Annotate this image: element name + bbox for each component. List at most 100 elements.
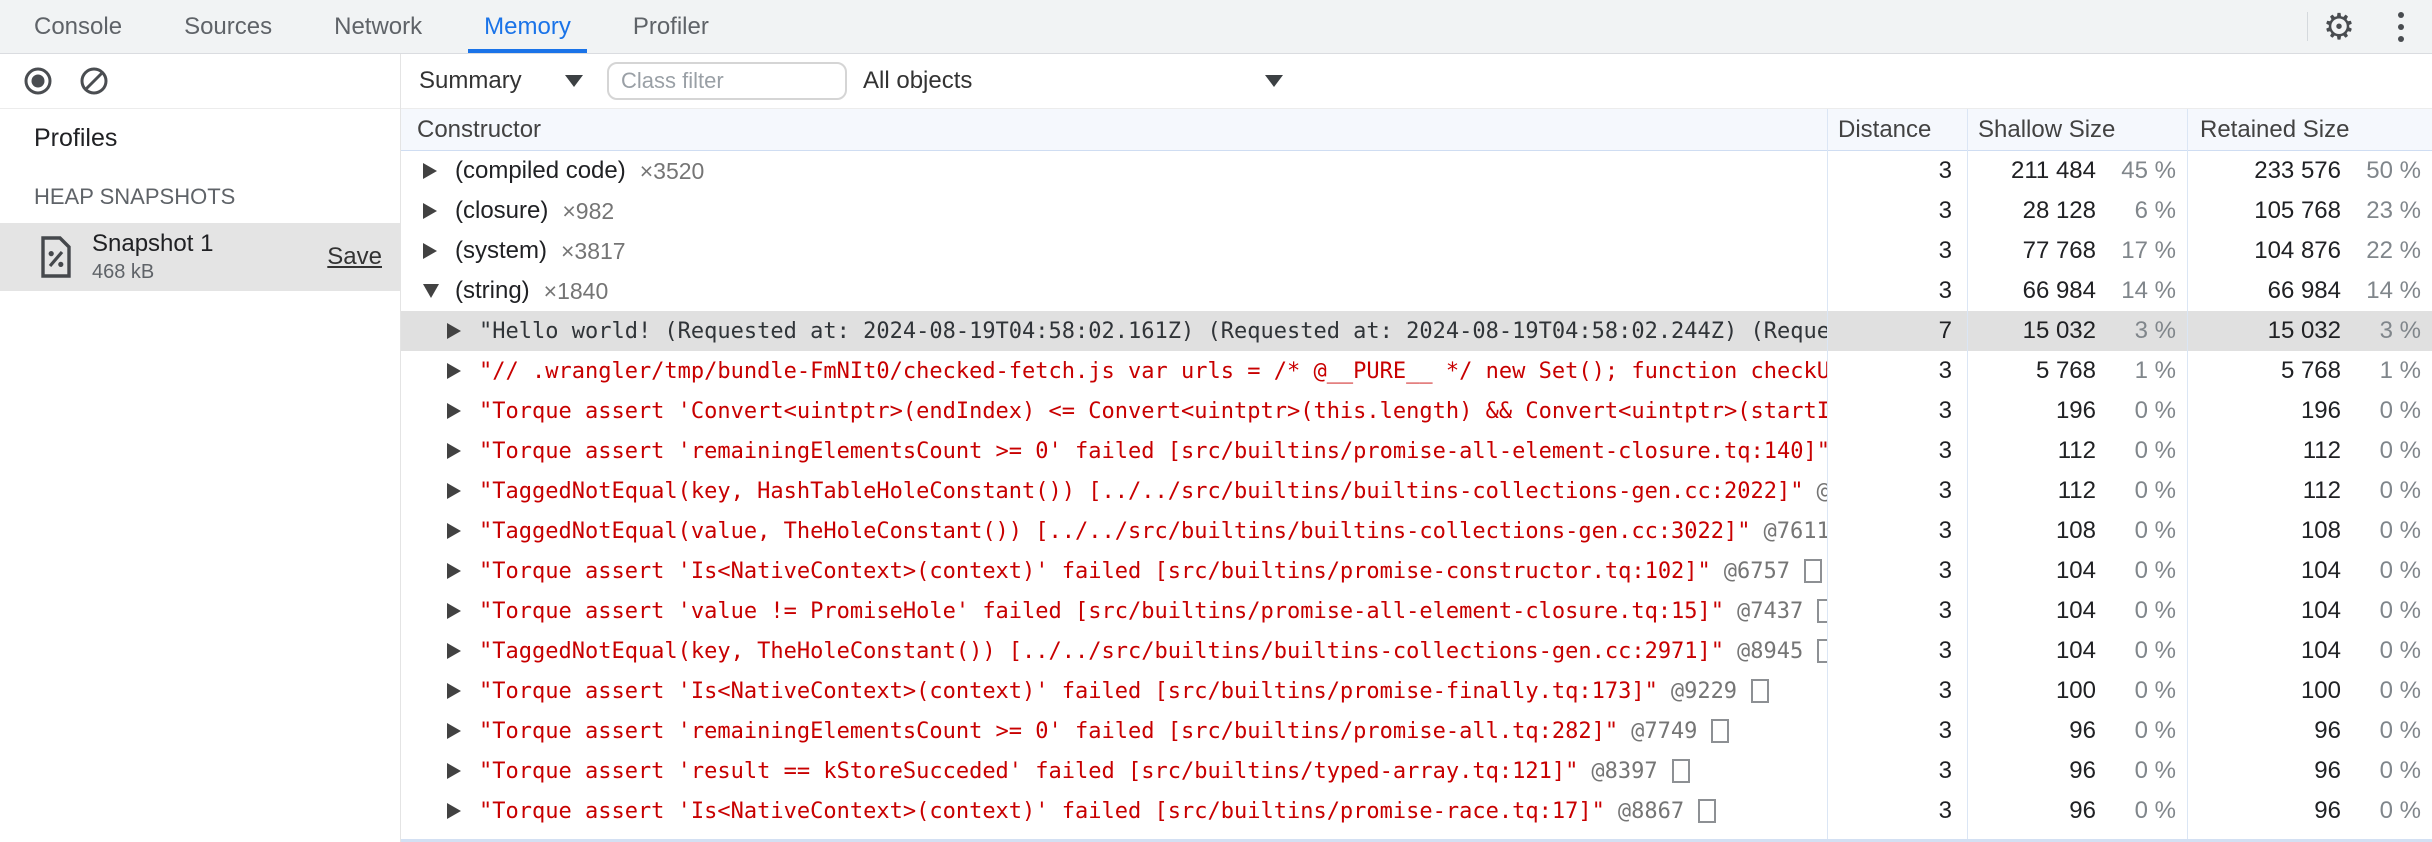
tab-profiler[interactable]: Profiler <box>617 0 725 53</box>
expand-arrow-icon[interactable] <box>447 683 479 699</box>
tab-console[interactable]: Console <box>18 0 138 53</box>
expand-arrow-icon[interactable] <box>447 403 479 419</box>
table-row[interactable]: "Torque assert 'value != PromiseHole' fa… <box>401 591 2432 631</box>
retained-size-value: 112 <box>2302 437 2341 464</box>
retained-size-cell: 104 0 % <box>2188 631 2432 671</box>
table-row[interactable]: "// .wrangler/tmp/bundle-FmNIt0/checked-… <box>401 351 2432 391</box>
shallow-size-percent: 0 % <box>2134 397 2176 424</box>
perspective-select-value: Summary <box>419 67 522 94</box>
expand-arrow-icon[interactable] <box>447 363 479 379</box>
shallow-size-cell: 211 484 45 % <box>1968 151 2188 191</box>
constructor-label: (compiled code) <box>455 157 626 184</box>
objects-scope-select[interactable]: All objects <box>863 67 1283 95</box>
table-row[interactable]: "Torque assert 'result == kStoreSucceded… <box>401 751 2432 791</box>
shallow-size-value: 104 <box>2055 637 2096 664</box>
tab-memory[interactable]: Memory <box>468 0 587 53</box>
expand-arrow-icon[interactable] <box>447 603 479 619</box>
column-header-distance[interactable]: Distance <box>1828 109 1968 150</box>
distance-cell: 3 <box>1938 557 1952 584</box>
distance-cell: 3 <box>1938 157 1952 184</box>
constructor-cell: "Torque assert 'Is<NativeContext>(contex… <box>401 671 1828 711</box>
expand-arrow-icon[interactable] <box>423 163 455 179</box>
shallow-size-value: 96 <box>2069 717 2096 744</box>
object-id: @9229 <box>1670 678 1738 704</box>
settings-button[interactable]: ⚙ <box>2308 0 2370 53</box>
constructor-label: "Torque assert 'remainingElementsCount >… <box>479 438 1828 464</box>
distance-cell: 3 <box>1938 397 1952 424</box>
collapse-arrow-icon[interactable] <box>423 284 455 298</box>
snapshot-list-item[interactable]: Snapshot 1 468 kB Save <box>0 223 400 291</box>
clear-profiles-button[interactable] <box>78 65 110 97</box>
shallow-size-value: 196 <box>2055 397 2096 424</box>
object-id: @7749 <box>1631 718 1698 744</box>
expand-arrow-icon[interactable] <box>423 203 455 219</box>
constructor-label: "Hello world! (Requested at: 2024-08-19T… <box>479 318 1828 344</box>
missing-glyph-box-icon <box>1671 759 1690 783</box>
class-filter-input[interactable] <box>607 62 847 100</box>
retained-size-percent: 3 % <box>2379 317 2421 344</box>
tab-label: Console <box>34 12 123 40</box>
shallow-size-value: 211 484 <box>2011 157 2096 184</box>
perspective-select[interactable]: Summary <box>419 67 583 95</box>
shallow-size-percent: 0 % <box>2134 797 2176 824</box>
retained-size-cell: 96 0 % <box>2188 711 2432 751</box>
column-header-shallow-size[interactable]: Shallow Size <box>1968 109 2188 150</box>
expand-arrow-icon[interactable] <box>447 523 479 539</box>
expand-arrow-icon[interactable] <box>423 243 455 259</box>
retained-size-percent: 23 % <box>2366 197 2421 224</box>
column-header-constructor[interactable]: Constructor <box>401 109 1828 150</box>
table-row[interactable]: "TaggedNotEqual(key, TheHoleConstant()) … <box>401 631 2432 671</box>
constructor-cell: "Torque assert 'Is<NativeContext>(contex… <box>401 551 1828 591</box>
table-row[interactable]: "TaggedNotEqual(key, HashTableHoleConsta… <box>401 471 2432 511</box>
heap-snapshot-file-icon <box>41 236 71 278</box>
expand-arrow-icon[interactable] <box>447 483 479 499</box>
table-row[interactable]: "Torque assert 'Convert<uintptr>(endInde… <box>401 391 2432 431</box>
table-row[interactable]: "Torque assert 'Is<NativeContext>(contex… <box>401 791 2432 831</box>
table-row[interactable]: (string) ×1840 3 66 984 14 % 66 984 14 % <box>401 271 2432 311</box>
expand-arrow-icon[interactable] <box>447 803 479 819</box>
tab-sources[interactable]: Sources <box>168 0 288 53</box>
distance-cell: 3 <box>1938 517 1952 544</box>
constructor-label: "Torque assert 'remainingElementsCount >… <box>479 718 1619 744</box>
expand-arrow-icon[interactable] <box>447 563 479 579</box>
distance-cell: 3 <box>1938 797 1952 824</box>
retained-size-cell: 104 0 % <box>2188 551 2432 591</box>
retained-size-percent: 22 % <box>2366 237 2421 264</box>
expand-arrow-icon[interactable] <box>447 443 479 459</box>
table-row[interactable]: (system) ×3817 3 77 768 17 % 104 876 22 % <box>401 231 2432 271</box>
retained-size-cell: 104 0 % <box>2188 591 2432 631</box>
instance-count: ×982 <box>562 197 615 224</box>
devtools-tab-bar: Console Sources Network Memory Profiler … <box>0 0 2432 54</box>
object-id: @8 <box>1817 479 1828 504</box>
more-options-button[interactable] <box>2370 0 2432 53</box>
shallow-size-cell: 28 128 6 % <box>1968 191 2188 231</box>
expand-arrow-icon[interactable] <box>447 643 479 659</box>
shallow-size-value: 66 984 <box>2022 277 2096 304</box>
gear-icon: ⚙ <box>2322 5 2356 47</box>
table-row[interactable]: "TaggedNotEqual(value, TheHoleConstant()… <box>401 511 2432 551</box>
retained-size-cell: 196 0 % <box>2188 391 2432 431</box>
constructor-cell: (string) ×1840 <box>401 271 1828 311</box>
table-row[interactable]: (closure) ×982 3 28 128 6 % 105 768 23 % <box>401 191 2432 231</box>
table-row[interactable]: "Hello world! (Requested at: 2024-08-19T… <box>401 311 2432 351</box>
shallow-size-percent: 3 % <box>2134 317 2176 344</box>
retained-size-value: 196 <box>2300 397 2341 424</box>
shallow-size-cell: 104 0 % <box>1968 631 2188 671</box>
distance-cell: 3 <box>1938 757 1952 784</box>
shallow-size-percent: 0 % <box>2134 437 2176 464</box>
record-heap-snapshot-button[interactable] <box>22 65 54 97</box>
table-row[interactable]: "Torque assert 'remainingElementsCount >… <box>401 711 2432 751</box>
shallow-size-percent: 14 % <box>2121 277 2176 304</box>
expand-arrow-icon[interactable] <box>447 323 479 339</box>
retained-size-value: 5 768 <box>2280 357 2341 384</box>
save-snapshot-link[interactable]: Save <box>327 243 382 271</box>
table-row[interactable]: "Torque assert 'Is<NativeContext>(contex… <box>401 551 2432 591</box>
expand-arrow-icon[interactable] <box>447 763 479 779</box>
tab-network[interactable]: Network <box>318 0 438 53</box>
column-header-retained-size[interactable]: Retained Size <box>2188 109 2432 150</box>
table-row[interactable]: (compiled code) ×3520 3 211 484 45 % 233 576 5… <box>401 151 2432 191</box>
table-row[interactable]: "Torque assert 'Is<NativeContext>(contex… <box>401 671 2432 711</box>
table-row[interactable]: "Torque assert 'remainingElementsCount >… <box>401 431 2432 471</box>
constructor-label: (closure) <box>455 197 549 224</box>
expand-arrow-icon[interactable] <box>447 723 479 739</box>
